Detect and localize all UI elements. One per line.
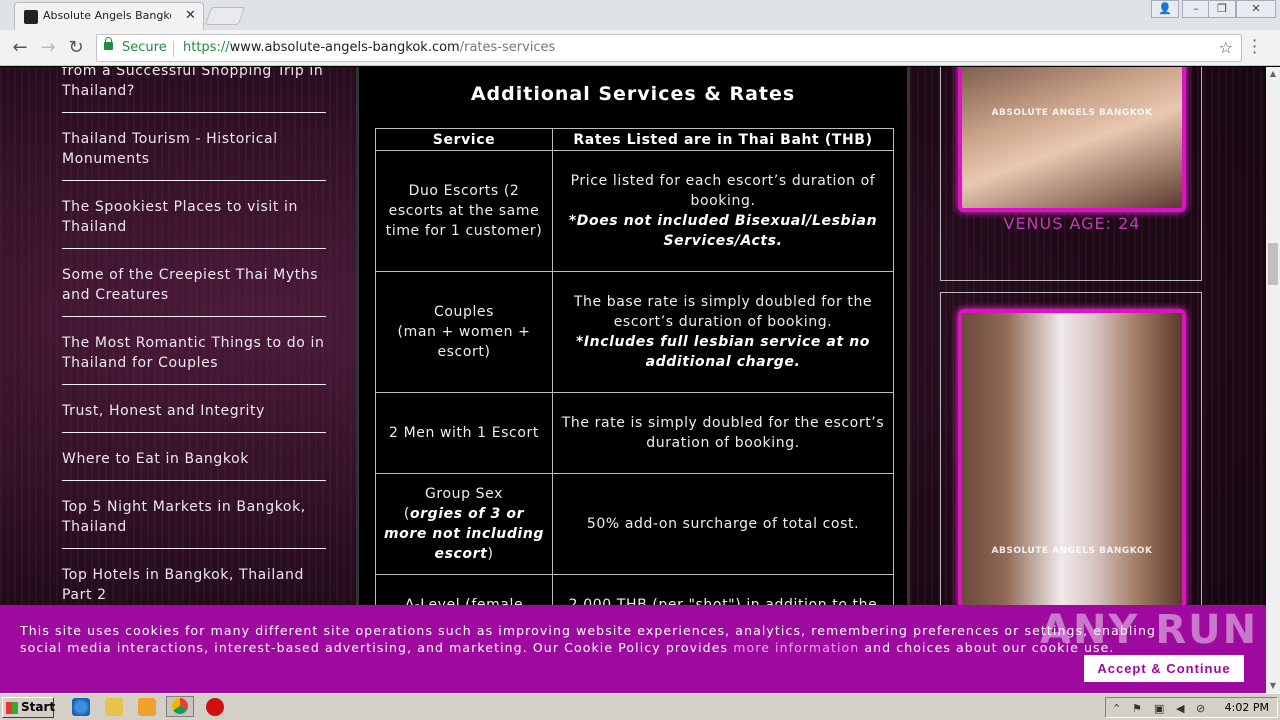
table-row: Group Sex (orgies of 3 or more not inclu…: [375, 473, 894, 575]
ie-icon[interactable]: [72, 698, 90, 716]
flag-icon[interactable]: ⚑: [1132, 702, 1142, 715]
rate-cell: 50% add-on surcharge of total cost.: [552, 473, 894, 575]
profile-photo[interactable]: ABSOLUTE ANGELS BANGKOK: [958, 309, 1186, 609]
page-scrollbar[interactable]: ▲ ▼: [1266, 67, 1280, 693]
table-header-service: Service: [375, 128, 553, 151]
service-text: Couples: [433, 304, 495, 320]
tab-close-icon[interactable]: ✕: [185, 8, 196, 23]
table-row: Couples (man + women + escort) The base …: [375, 271, 894, 393]
restore-icon[interactable]: ❐: [1208, 0, 1236, 18]
scroll-up-icon[interactable]: ▲: [1266, 67, 1280, 81]
photo-watermark: ABSOLUTE ANGELS BANGKOK: [991, 546, 1153, 556]
folder-icon[interactable]: [105, 698, 123, 716]
url-text: https://www.absolute-angels-bangkok.com/…: [183, 40, 555, 55]
table-row: 2 Men with 1 Escort The rate is simply d…: [375, 392, 894, 474]
service-cell: 2 Men with 1 Escort: [375, 392, 553, 474]
network-icon[interactable]: ▣: [1154, 702, 1164, 715]
security-icon[interactable]: ⊘: [1196, 702, 1205, 715]
volume-icon[interactable]: ◀: [1176, 702, 1184, 715]
sidebar-article-link[interactable]: The Most Romantic Things to do in Thaila…: [62, 330, 326, 385]
service-note-close: ): [487, 546, 494, 562]
service-subtext: (man + women + escort): [397, 324, 531, 360]
service-cell: Duo Escorts (2 escorts at the same time …: [375, 150, 553, 272]
photo-watermark: ABSOLUTE ANGELS BANGKOK: [991, 108, 1153, 118]
sidebar-article-link[interactable]: Thailand Tourism - Historical Monuments: [62, 126, 326, 181]
scroll-down-icon[interactable]: ▼: [1266, 679, 1280, 693]
more-information-link[interactable]: more information: [733, 640, 859, 655]
stop-icon[interactable]: [206, 698, 224, 716]
cookie-banner: ANY RUN This site uses cookies for many …: [0, 605, 1266, 693]
sidebar-article-link[interactable]: Where to Eat in Bangkok: [62, 446, 326, 481]
chrome-taskbar-button[interactable]: [166, 696, 194, 717]
tab-title: Absolute Angels Bangkok - A: [43, 9, 171, 22]
page-content: from a Successful Shopping Trip in Thail…: [0, 67, 1266, 693]
rate-cell: The rate is simply doubled for the escor…: [552, 392, 894, 474]
forward-icon[interactable]: →: [36, 36, 60, 60]
browser-tabbar: Absolute Angels Bangkok - A ✕ 👤 – ❐ ✕: [0, 0, 1280, 30]
start-button[interactable]: Start: [2, 697, 55, 718]
bookmark-star-icon[interactable]: ☆: [1219, 38, 1233, 57]
sidebar-article-link[interactable]: Some of the Creepiest Thai Myths and Cre…: [62, 262, 326, 317]
service-text: Group Sex: [424, 486, 503, 502]
minimize-icon[interactable]: –: [1182, 0, 1210, 18]
sidebar-article-link[interactable]: from a Successful Shopping Trip in Thail…: [62, 67, 326, 113]
sidebar-article-list: from a Successful Shopping Trip in Thail…: [62, 67, 326, 678]
scrollbar-thumb[interactable]: [1268, 243, 1278, 285]
cookie-text: This site uses cookies for many differen…: [20, 622, 1190, 656]
rate-note: *Does not included Bisexual/Lesbian Serv…: [568, 213, 878, 249]
page-title: Additional Services & Rates: [470, 83, 796, 105]
table-row: Duo Escorts (2 escorts at the same time …: [375, 150, 894, 272]
media-player-icon[interactable]: [138, 698, 156, 716]
omnibox-separator: [173, 41, 174, 57]
browser-toolbar: ← → ↻ Secure https://www.absolute-angels…: [0, 30, 1280, 66]
browser-tab[interactable]: Absolute Angels Bangkok - A ✕: [14, 2, 204, 30]
secure-label: Secure: [122, 40, 167, 55]
url-scheme: https://: [183, 40, 230, 55]
lock-icon: [104, 37, 113, 50]
tray-expand-icon[interactable]: ⌃: [1112, 702, 1121, 715]
service-cell: Group Sex (orgies of 3 or more not inclu…: [375, 473, 553, 575]
system-tray: ⌃ ⚑ ▣ ◀ ⊘ 4:02 PM: [1105, 697, 1278, 718]
profile-name-age[interactable]: VENUS AGE: 24: [941, 214, 1203, 233]
new-tab-button[interactable]: [204, 7, 246, 25]
accept-continue-button[interactable]: Accept & Continue: [1084, 655, 1244, 682]
close-window-icon[interactable]: ✕: [1236, 0, 1276, 18]
taskbar-clock: 4:02 PM: [1224, 701, 1269, 714]
rate-cell: The base rate is simply doubled for the …: [552, 271, 894, 393]
address-bar[interactable]: Secure https://www.absolute-angels-bangk…: [96, 34, 1242, 62]
chrome-icon: [172, 698, 188, 714]
rates-panel: Additional Services & Rates Service Rate…: [356, 67, 910, 693]
rate-text: Price listed for each escort’s duration …: [570, 173, 876, 209]
windows-taskbar: Start ⌃ ⚑ ▣ ◀ ⊘ 4:02 PM: [0, 693, 1280, 720]
url-path: /rates-services: [459, 40, 556, 55]
profile-photo[interactable]: ABSOLUTE ANGELS BANGKOK: [958, 67, 1186, 212]
sidebar-article-link[interactable]: Top 5 Night Markets in Bangkok, Thailand: [62, 494, 326, 549]
sidebar-article-link[interactable]: Trust, Honest and Integrity: [62, 398, 326, 433]
sidebar-article-link[interactable]: The Spookiest Places to visit in Thailan…: [62, 194, 326, 249]
site-favicon-icon: [24, 10, 38, 24]
rate-text: The base rate is simply doubled for the …: [573, 294, 873, 330]
profile-icon[interactable]: 👤: [1151, 0, 1179, 18]
service-cell: Couples (man + women + escort): [375, 271, 553, 393]
reload-icon[interactable]: ↻: [64, 36, 88, 60]
table-header-rates: Rates Listed are in Thai Baht (THB): [552, 128, 894, 151]
url-host: www.absolute-angels-bangkok.com: [229, 40, 460, 55]
back-icon[interactable]: ←: [8, 36, 32, 60]
rates-table: Service Rates Listed are in Thai Baht (T…: [375, 128, 894, 636]
profile-card[interactable]: ABSOLUTE ANGELS BANGKOK VENUS AGE: 24: [940, 67, 1202, 281]
browser-menu-icon[interactable]: · · ·: [1252, 33, 1257, 61]
rate-note: *Includes full lesbian service at no add…: [575, 334, 871, 370]
cookie-text-after: and choices about our cookie use.: [859, 640, 1115, 655]
rate-cell: Price listed for each escort’s duration …: [552, 150, 894, 272]
